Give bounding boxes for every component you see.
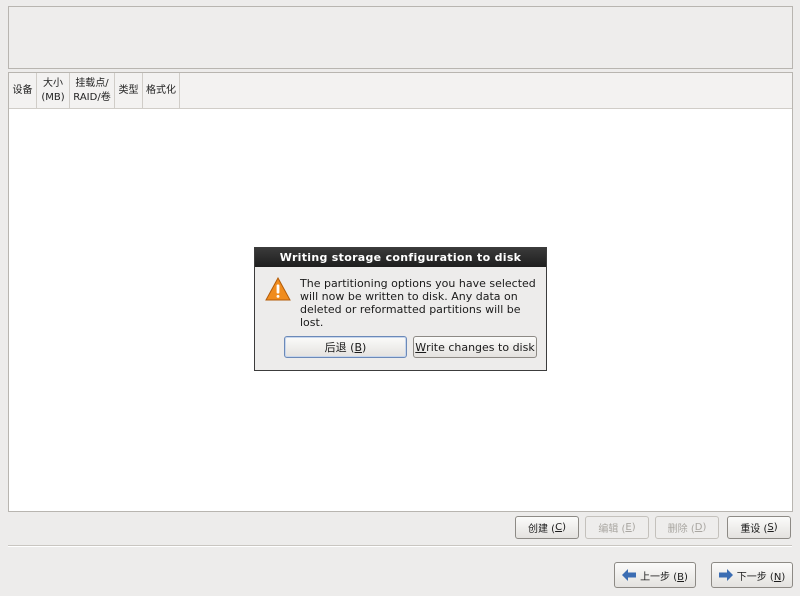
reset-button[interactable]: 重设 (S) xyxy=(727,516,791,539)
dialog-back-mnemonic: B xyxy=(354,340,363,354)
write-changes-mnemonic: W xyxy=(415,340,427,354)
back-paren: ) xyxy=(684,571,688,583)
back-label: 上一步 ( xyxy=(640,571,678,583)
divider xyxy=(8,545,792,547)
column-type-label: 类型 xyxy=(118,84,139,96)
delete-button[interactable]: 删除 (D) xyxy=(655,516,719,539)
next-label: 下一步 ( xyxy=(736,571,774,583)
dialog-back-label: 后退 ( xyxy=(324,341,355,354)
delete-paren: ) xyxy=(702,522,707,533)
edit-paren: ) xyxy=(631,522,636,533)
column-device[interactable]: 设备 xyxy=(9,73,37,108)
dialog-back-suffix: ) xyxy=(362,340,367,354)
column-mountpoint-label: 挂载点/ xyxy=(75,77,109,89)
create-mnemonic: C xyxy=(555,522,563,533)
dialog-title: Writing storage configuration to disk xyxy=(255,248,546,267)
column-size[interactable]: 大小 (MB) xyxy=(37,73,70,108)
edit-button[interactable]: 编辑 (E) xyxy=(585,516,649,539)
next-paren: ) xyxy=(781,571,786,583)
write-changes-label: rite changes to disk xyxy=(426,340,535,354)
create-paren: ) xyxy=(562,522,566,533)
back-mnemonic: B xyxy=(677,571,685,583)
reset-label: 重设 ( xyxy=(740,524,768,535)
back-button[interactable]: 上一步 (B) xyxy=(614,562,696,588)
create-button[interactable]: 创建 (C) xyxy=(515,516,579,539)
warning-icon xyxy=(265,277,291,301)
column-size-unit: (MB) xyxy=(41,91,65,103)
column-format-label: 格式化 xyxy=(146,84,176,96)
create-label: 创建 ( xyxy=(528,524,556,535)
arrow-left-icon xyxy=(622,569,637,581)
dialog-message: The partitioning options you have select… xyxy=(300,277,536,329)
arrow-right-icon xyxy=(718,569,733,581)
top-info-panel xyxy=(8,6,793,69)
column-mountpoint-label2: RAID/卷 xyxy=(73,91,111,103)
delete-label: 删除 ( xyxy=(667,524,695,535)
column-mountpoint[interactable]: 挂载点/ RAID/卷 xyxy=(70,73,115,108)
column-device-label: 设备 xyxy=(12,84,33,96)
table-header: 设备 大小 (MB) 挂载点/ RAID/卷 类型 格式化 xyxy=(9,73,792,109)
write-changes-button[interactable]: Write changes to disk xyxy=(413,336,537,358)
edit-label: 编辑 ( xyxy=(598,524,626,535)
write-storage-dialog: Writing storage configuration to disk Th… xyxy=(254,247,547,371)
next-button[interactable]: 下一步 (N) xyxy=(711,562,793,588)
delete-mnemonic: D xyxy=(694,522,703,533)
dialog-back-button[interactable]: 后退 (B) xyxy=(284,336,407,358)
column-type[interactable]: 类型 xyxy=(115,73,143,108)
reset-paren: ) xyxy=(773,522,778,533)
column-format[interactable]: 格式化 xyxy=(143,73,180,108)
column-size-label: 大小 xyxy=(43,77,63,89)
